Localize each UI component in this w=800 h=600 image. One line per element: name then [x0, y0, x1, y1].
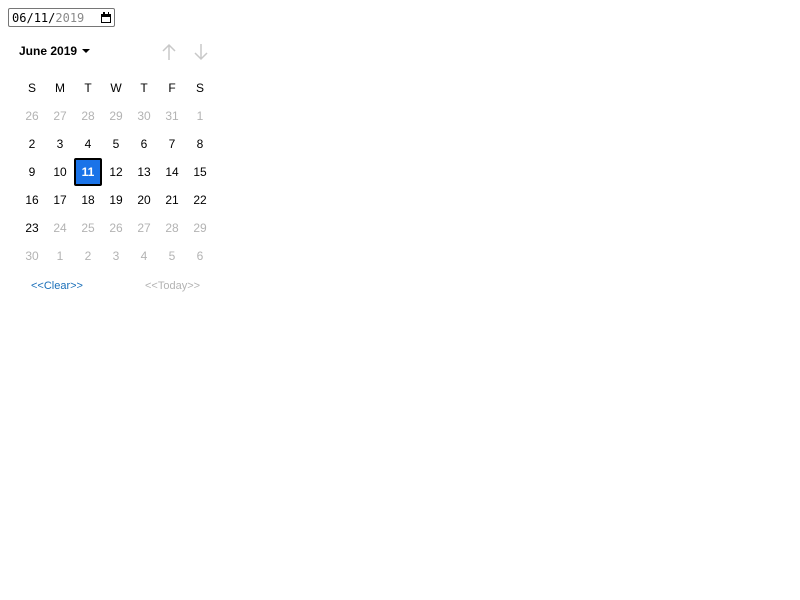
day-cell-other-month[interactable]: 26: [102, 214, 130, 242]
week-row: 9 10 11 12 13 14 15: [18, 158, 219, 186]
day-cell-other-month[interactable]: 4: [130, 242, 158, 270]
date-year-segment[interactable]: 2019: [55, 11, 84, 25]
arrow-up-icon: [162, 43, 176, 60]
weekday-label: S: [27, 81, 36, 95]
day-cell[interactable]: 21: [158, 186, 186, 214]
date-input[interactable]: 06 / 11 / 2019: [8, 8, 115, 27]
week-row: 30 1 2 3 4 5 6: [18, 242, 219, 270]
day-cell[interactable]: 23: [18, 214, 46, 242]
day-cell[interactable]: 16: [18, 186, 46, 214]
date-day-segment[interactable]: 11: [34, 11, 48, 25]
week-row: 2345678: [18, 130, 219, 158]
day-cell-other-month[interactable]: 2: [74, 242, 102, 270]
weekday-label: T: [140, 81, 148, 95]
month-year-selector[interactable]: June 2019: [19, 44, 91, 58]
day-cell-other-month[interactable]: 31: [158, 102, 186, 130]
day-cell[interactable]: 5: [102, 130, 130, 158]
day-cell[interactable]: 19: [102, 186, 130, 214]
day-cell[interactable]: 10: [46, 158, 74, 186]
calendar-header: June 2019: [19, 36, 219, 68]
weekday-label: W: [110, 81, 122, 95]
day-grid: 26 27 28 29 30 31 1 2 3 4 5 6 7 8 9 10 11 12 13 14 15 16 17 18 1…: [18, 102, 219, 270]
week-row: 23 24 25 26 27 28 29: [18, 214, 219, 242]
week-row: 16 17 18 19 20 21 22: [18, 186, 219, 214]
day-cell[interactable]: 12: [102, 158, 130, 186]
day-cell-other-month[interactable]: 5: [158, 242, 186, 270]
calendar-popup: June 2019 SMTWTFS 26 27 28 29 30 31 1 2 3 4 5 6 7 8 9 1…: [19, 36, 219, 298]
weekday-label: M: [55, 81, 65, 95]
weekday-label: F: [168, 81, 176, 95]
day-cell-other-month[interactable]: 30: [18, 242, 46, 270]
day-cell[interactable]: 9: [18, 158, 46, 186]
day-cell[interactable]: 4: [74, 130, 102, 158]
clear-button[interactable]: <<Clear>>: [31, 280, 83, 292]
weekday-header-row: SMTWTFS: [18, 74, 219, 102]
day-cell[interactable]: 2: [18, 130, 46, 158]
day-cell-other-month[interactable]: 24: [46, 214, 74, 242]
date-month-segment[interactable]: 06: [12, 11, 26, 25]
day-cell[interactable]: 3: [46, 130, 74, 158]
day-cell[interactable]: 17: [46, 186, 74, 214]
day-cell-other-month[interactable]: 1: [46, 242, 74, 270]
day-cell[interactable]: 7: [158, 130, 186, 158]
arrow-down-icon: [194, 44, 208, 61]
day-cell-other-month[interactable]: 26: [18, 102, 46, 130]
day-cell-other-month[interactable]: 3: [102, 242, 130, 270]
day-cell[interactable]: 18: [74, 186, 102, 214]
calendar-footer: <<Clear>> <<Today>>: [19, 274, 219, 298]
day-cell-other-month[interactable]: 25: [74, 214, 102, 242]
day-cell-other-month[interactable]: 28: [158, 214, 186, 242]
day-cell-other-month[interactable]: 6: [186, 242, 214, 270]
day-cell-other-month[interactable]: 27: [46, 102, 74, 130]
day-cell-other-month[interactable]: 30: [130, 102, 158, 130]
day-cell[interactable]: 15: [186, 158, 214, 186]
day-cell[interactable]: 22: [186, 186, 214, 214]
weekday-label: T: [84, 81, 92, 95]
day-cell-selected[interactable]: 11: [74, 158, 102, 186]
day-cell[interactable]: 14: [158, 158, 186, 186]
month-year-label: June 2019: [19, 44, 78, 58]
day-cell-other-month[interactable]: 29: [102, 102, 130, 130]
next-month-button[interactable]: [192, 42, 210, 62]
day-cell[interactable]: 6: [130, 130, 158, 158]
day-cell[interactable]: 20: [130, 186, 158, 214]
weekday-label: S: [195, 81, 204, 95]
day-cell-other-month[interactable]: 1: [186, 102, 214, 130]
day-cell-other-month[interactable]: 29: [186, 214, 214, 242]
date-separator: /: [48, 10, 56, 25]
day-cell-other-month[interactable]: 27: [130, 214, 158, 242]
day-cell[interactable]: 8: [186, 130, 214, 158]
previous-month-button[interactable]: [160, 42, 178, 62]
day-cell[interactable]: 13: [130, 158, 158, 186]
today-button[interactable]: <<Today>>: [145, 280, 200, 292]
week-row: 26 27 28 29 30 31 1: [18, 102, 219, 130]
date-separator: /: [26, 10, 34, 25]
day-cell-other-month[interactable]: 28: [74, 102, 102, 130]
calendar-icon[interactable]: [100, 11, 112, 24]
caret-down-icon: [82, 49, 91, 53]
